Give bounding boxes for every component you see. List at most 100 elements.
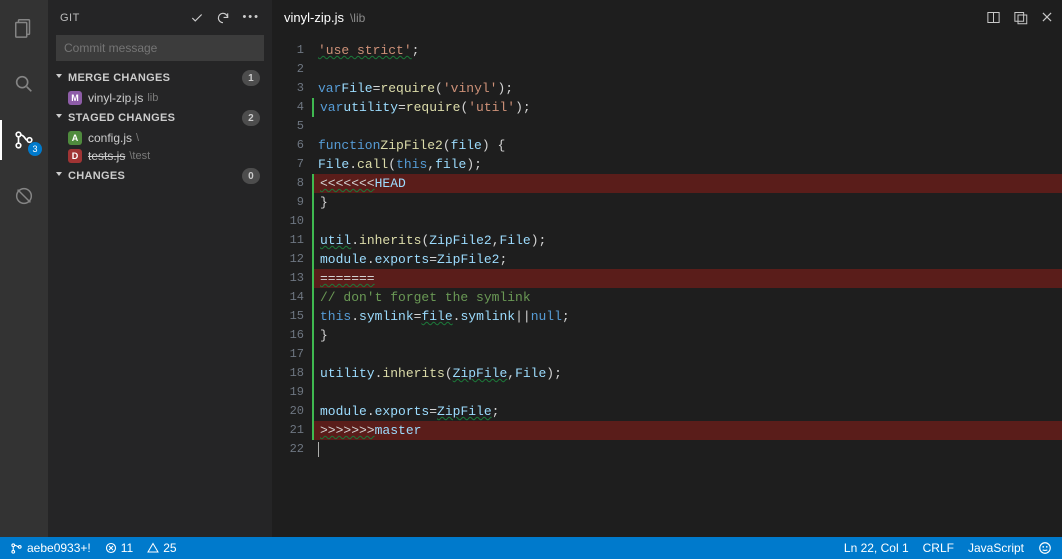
line-number: 14 [272, 288, 312, 307]
editor-tabs: vinyl-zip.js \lib [272, 0, 1062, 35]
code-line[interactable]: 10 [272, 212, 1062, 231]
code-line[interactable]: 20module.exports = ZipFile; [272, 402, 1062, 421]
editor-area: vinyl-zip.js \lib 1'use strict';23var Fi… [272, 0, 1062, 537]
file-status-badge: A [68, 131, 82, 145]
code-line[interactable]: 3var File = require('vinyl'); [272, 79, 1062, 98]
line-number: 9 [272, 193, 312, 212]
line-content: } [312, 326, 1062, 345]
code-line[interactable]: 5 [272, 117, 1062, 136]
line-number: 2 [272, 60, 312, 79]
overflow-icon[interactable] [1013, 10, 1028, 25]
file-status-badge: D [68, 149, 82, 163]
code-line[interactable]: 17 [272, 345, 1062, 364]
code-line[interactable]: 21>>>>>>> master [272, 421, 1062, 440]
file-row[interactable]: Mvinyl-zip.js lib [48, 89, 272, 107]
file-status-badge: M [68, 91, 82, 105]
scm-badge: 3 [28, 142, 42, 156]
file-subpath: \test [129, 150, 150, 162]
line-content: File.call(this, file); [312, 155, 1062, 174]
tab-subpath: \lib [350, 11, 365, 25]
line-content: module.exports = ZipFile2; [312, 250, 1062, 269]
code-line[interactable]: 18utility.inherits(ZipFile, File); [272, 364, 1062, 383]
feedback-icon[interactable] [1038, 541, 1052, 555]
close-icon[interactable] [1040, 10, 1054, 25]
code-editor[interactable]: 1'use strict';23var File = require('viny… [272, 35, 1062, 537]
commit-message-input[interactable] [56, 35, 264, 61]
line-content: } [312, 193, 1062, 212]
code-line[interactable]: 15 this.symlink = file.symlink || null; [272, 307, 1062, 326]
line-number: 18 [272, 364, 312, 383]
file-row[interactable]: Aconfig.js\ [48, 129, 272, 147]
file-subpath: lib [147, 92, 158, 104]
debug-icon[interactable] [0, 176, 48, 216]
line-content [312, 212, 1062, 231]
line-content [312, 117, 1062, 136]
code-line[interactable]: 16} [272, 326, 1062, 345]
line-content: 'use strict'; [312, 41, 1062, 60]
explorer-icon[interactable] [0, 8, 48, 48]
status-bar: aebe0933+! 11 25 Ln 22, Col 1 CRLF JavaS… [0, 537, 1062, 559]
line-content: module.exports = ZipFile; [312, 402, 1062, 421]
code-line[interactable]: 4var utility = require('util'); [272, 98, 1062, 117]
code-line[interactable]: 14 // don't forget the symlink [272, 288, 1062, 307]
file-name: tests.js [88, 149, 125, 163]
staged-count: 2 [242, 110, 260, 126]
staged-changes-section[interactable]: STAGED CHANGES 2 [48, 107, 272, 129]
line-content: function ZipFile2(file) { [312, 136, 1062, 155]
more-icon[interactable]: ••• [242, 11, 260, 25]
line-number: 7 [272, 155, 312, 174]
git-branch-status[interactable]: aebe0933+! [10, 541, 91, 555]
line-number: 10 [272, 212, 312, 231]
line-content: <<<<<<< HEAD [312, 174, 1062, 193]
tab-filename[interactable]: vinyl-zip.js [284, 10, 344, 25]
line-content: // don't forget the symlink [312, 288, 1062, 307]
search-icon[interactable] [0, 64, 48, 104]
file-name: config.js [88, 131, 132, 145]
code-line[interactable]: 11util.inherits(ZipFile2, File); [272, 231, 1062, 250]
code-line[interactable]: 19 [272, 383, 1062, 402]
split-editor-icon[interactable] [986, 10, 1001, 25]
refresh-icon[interactable] [216, 11, 230, 25]
code-line[interactable]: 1'use strict'; [272, 41, 1062, 60]
code-line[interactable]: 12module.exports = ZipFile2; [272, 250, 1062, 269]
code-line[interactable]: 7 File.call(this, file); [272, 155, 1062, 174]
sidebar-header: GIT ••• [48, 0, 272, 35]
errors-status[interactable]: 11 [105, 541, 133, 555]
code-line[interactable]: 13======= [272, 269, 1062, 288]
line-number: 17 [272, 345, 312, 364]
line-number: 11 [272, 231, 312, 250]
cursor-position[interactable]: Ln 22, Col 1 [844, 541, 909, 555]
file-name: vinyl-zip.js [88, 91, 143, 105]
commit-icon[interactable] [190, 11, 204, 25]
line-number: 8 [272, 174, 312, 193]
line-number: 4 [272, 98, 312, 117]
line-number: 15 [272, 307, 312, 326]
line-number: 19 [272, 383, 312, 402]
line-number: 1 [272, 41, 312, 60]
code-line[interactable]: 8<<<<<<< HEAD [272, 174, 1062, 193]
scm-icon[interactable]: 3 [0, 120, 48, 160]
line-content: util.inherits(ZipFile2, File); [312, 231, 1062, 250]
line-number: 13 [272, 269, 312, 288]
line-content: ======= [312, 269, 1062, 288]
line-number: 20 [272, 402, 312, 421]
code-line[interactable]: 6function ZipFile2(file) { [272, 136, 1062, 155]
line-number: 21 [272, 421, 312, 440]
line-number: 16 [272, 326, 312, 345]
line-content [312, 383, 1062, 402]
code-line[interactable]: 22 [272, 440, 1062, 459]
warnings-status[interactable]: 25 [147, 541, 176, 555]
changes-section[interactable]: CHANGES 0 [48, 165, 272, 187]
sidebar-title: GIT [60, 12, 190, 24]
language-status[interactable]: JavaScript [968, 541, 1024, 555]
line-content: this.symlink = file.symlink || null; [312, 307, 1062, 326]
line-content [312, 345, 1062, 364]
code-line[interactable]: 9} [272, 193, 1062, 212]
changes-count: 0 [242, 168, 260, 184]
eol-status[interactable]: CRLF [923, 541, 954, 555]
line-content: var utility = require('util'); [312, 98, 1062, 117]
code-line[interactable]: 2 [272, 60, 1062, 79]
file-row[interactable]: Dtests.js \test [48, 147, 272, 165]
line-number: 3 [272, 79, 312, 98]
merge-changes-section[interactable]: MERGE CHANGES 1 [48, 67, 272, 89]
